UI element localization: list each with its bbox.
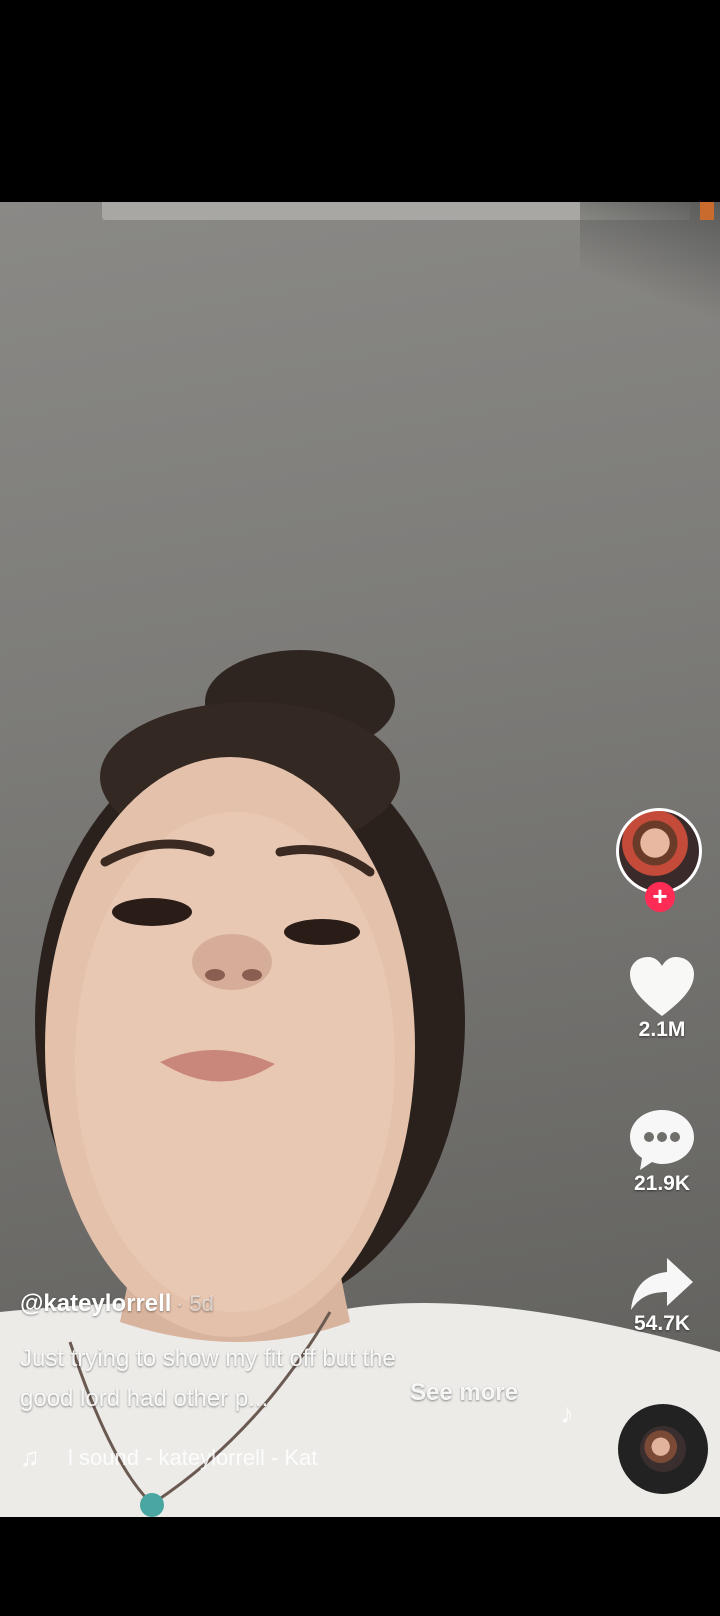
- comment-count: 21.9K: [633, 1172, 691, 1195]
- top-black-bar: [0, 0, 720, 202]
- bottom-black-bar: [0, 1517, 720, 1616]
- caption-line-1: Just trying to show my fit off but the: [20, 1345, 396, 1372]
- heart-icon: [630, 957, 694, 1016]
- see-more-button[interactable]: See more: [410, 1379, 518, 1407]
- comment-button[interactable]: 21.9K: [612, 1108, 712, 1196]
- video-caption: @kateylorrell · 5d Just trying to show m…: [20, 1290, 580, 1412]
- share-arrow-icon: [631, 1258, 693, 1310]
- creator-avatar-group[interactable]: +: [616, 808, 708, 912]
- post-time: · 5d: [175, 1291, 214, 1316]
- sound-disc[interactable]: [618, 1404, 708, 1494]
- sound-label: l sound - kateylorrell - Kat: [68, 1444, 318, 1470]
- plus-icon[interactable]: +: [645, 882, 675, 912]
- like-count: 2.1M: [638, 1018, 686, 1041]
- comment-bubble-icon: [630, 1110, 694, 1170]
- sound-disc-artwork: [640, 1426, 686, 1472]
- share-button[interactable]: 54.7K: [612, 1256, 712, 1336]
- share-count: 54.7K: [633, 1312, 691, 1335]
- music-note-icon: ♫: [20, 1442, 40, 1472]
- creator-username[interactable]: @kateylorrell: [20, 1290, 171, 1317]
- floating-music-note-icon: ♪: [560, 1398, 574, 1429]
- like-button[interactable]: 2.1M: [612, 956, 712, 1042]
- sound-info[interactable]: ♫ l sound - kateylorrell - Kat: [20, 1442, 580, 1473]
